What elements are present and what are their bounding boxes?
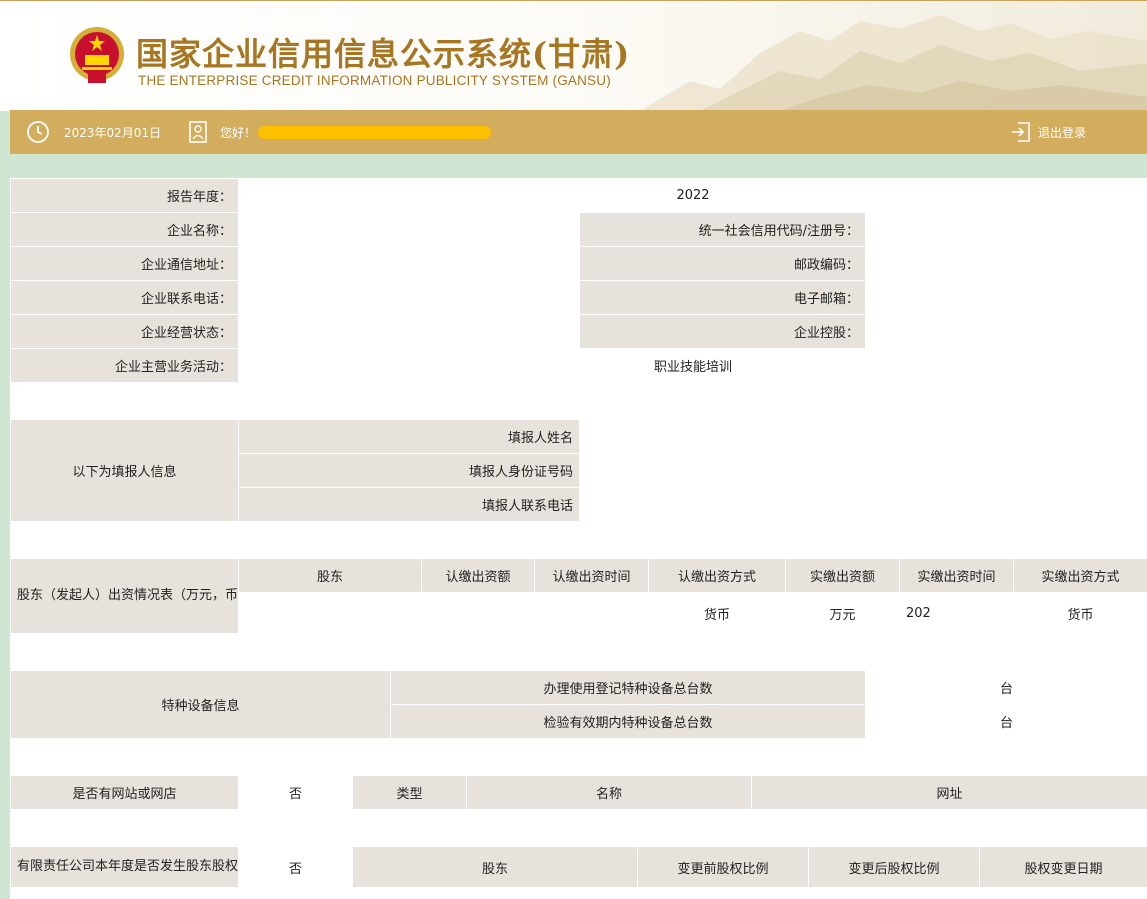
system-title: 国家企业信用信息公示系统(甘肃) [136, 35, 631, 73]
top-bar: 2023年02月01日 您好！ 退出登录 [10, 110, 1147, 154]
business-label: 企业主营业务活动： [10, 348, 239, 383]
filler-name-value [579, 419, 1147, 454]
column-header: 股东 [352, 846, 638, 888]
holding-label: 企业控股： [579, 314, 866, 349]
user-icon [189, 121, 207, 143]
company-name-value [238, 212, 580, 247]
credit-code-value [864, 212, 1147, 247]
equity-transfer-question-label: 有限责任公司本年度是否发生股东股权转让 [10, 846, 239, 888]
column-header: 类型 [352, 775, 467, 810]
column-header: 实缴出资方式 [1013, 558, 1147, 593]
holding-value [864, 314, 1147, 349]
postcode-label: 邮政编码： [579, 246, 866, 281]
table-row: 企业联系电话： 电子邮箱： [10, 280, 1147, 315]
header-banner: 国家企业信用信息公示系统(甘肃) THE ENTERPRISE CREDIT I… [0, 0, 1147, 111]
column-header: 认缴出资时间 [534, 558, 649, 593]
website-answer-value: 否 [238, 775, 353, 810]
paid-date-cell: 202 [899, 592, 1014, 634]
table-row: 特种设备信息 办理使用登记特种设备总台数 台 [10, 670, 1147, 739]
table-header-row: 股东（发起人）出资情况表（万元，币种应与注册资本币种一致） 股东 认缴出资额 认… [10, 558, 1147, 634]
table-row: 有限责任公司本年度是否发生股东股权转让 否 股东 变更前股权比例 变更后股权比例… [10, 846, 1147, 888]
company-name-label: 企业名称： [10, 212, 239, 247]
phone-value [238, 280, 580, 315]
table-row: 企业主营业务活动： 职业技能培训 [10, 348, 1147, 383]
column-header: 网址 [751, 775, 1147, 810]
filler-phone-label: 填报人联系电话 [238, 487, 580, 522]
address-value [238, 246, 580, 281]
filler-section-label: 以下为填报人信息 [10, 419, 239, 522]
address-label: 企业通信地址： [10, 246, 239, 281]
column-header: 变更后股权比例 [808, 846, 980, 888]
section-gap [10, 634, 1147, 670]
filler-id-label: 填报人身份证号码 [238, 453, 580, 488]
filler-phone-value [579, 487, 1147, 522]
registered-equipment-label: 办理使用登记特种设备总台数 [390, 670, 866, 705]
section-gap [10, 383, 1147, 419]
report-year-value: 2022 [237, 178, 1147, 213]
section-gap [10, 739, 1147, 775]
subscribed-method-cell: 货币 [648, 592, 786, 634]
table-row: 报告年度： 2022 [10, 178, 1147, 213]
equipment-section-label: 特种设备信息 [10, 670, 391, 739]
paid-amount-cell: 万元 [785, 592, 900, 634]
inspected-equipment-unit: 台 [865, 704, 1147, 739]
table-row: 企业名称： 统一社会信用代码/注册号： [10, 212, 1147, 247]
greeting-text: 您好！ [220, 126, 257, 140]
special-equipment-table: 特种设备信息 办理使用登记特种设备总台数 台 检验有效期内特种设备总台数 台 [10, 670, 1147, 739]
shareholder-contribution-table: 股东（发起人）出资情况表（万元，币种应与注册资本币种一致） 股东 认缴出资额 认… [10, 558, 1147, 634]
email-label: 电子邮箱： [579, 280, 866, 315]
logout-link[interactable]: 退出登录 [1038, 124, 1086, 141]
subscribed-amount-cell [421, 592, 535, 634]
basic-info-table: 报告年度： 2022 企业名称： 统一社会信用代码/注册号： 企业通信地址： 邮… [10, 178, 1147, 383]
status-label: 企业经营状态： [10, 314, 239, 349]
shareholder-section-label: 股东（发起人）出资情况表（万元，币种应与注册资本币种一致） [10, 558, 239, 634]
user-name-redacted [258, 126, 491, 139]
business-value: 职业技能培训 [237, 348, 1147, 383]
section-gap [10, 810, 1147, 846]
column-header: 实缴出资额 [785, 558, 900, 593]
table-row: 是否有网站或网店 否 类型 名称 网址 [10, 775, 1147, 810]
national-emblem-icon [70, 27, 124, 83]
column-header: 认缴出资方式 [648, 558, 786, 593]
filler-id-value [579, 453, 1147, 488]
column-header: 认缴出资额 [421, 558, 535, 593]
filler-name-label: 填报人姓名 [238, 419, 580, 454]
website-table: 是否有网站或网店 否 类型 名称 网址 [10, 775, 1147, 810]
table-row: 企业经营状态： 企业控股： [10, 314, 1147, 349]
table-row: 以下为填报人信息 填报人姓名 [10, 419, 1147, 522]
report-year-label: 报告年度： [10, 178, 239, 213]
shareholder-name-cell [238, 592, 422, 634]
column-header: 股东 [238, 558, 422, 593]
current-date: 2023年02月01日 [64, 126, 162, 140]
column-header: 变更前股权比例 [637, 846, 809, 888]
clock-icon [27, 121, 49, 143]
inspected-equipment-label: 检验有效期内特种设备总台数 [390, 704, 866, 739]
credit-code-label: 统一社会信用代码/注册号： [579, 212, 866, 247]
postcode-value [864, 246, 1147, 281]
equity-transfer-answer-value: 否 [238, 846, 353, 888]
registered-equipment-unit: 台 [865, 670, 1147, 705]
filler-info-table: 以下为填报人信息 填报人姓名 填报人身份证号码 填报人联系电话 [10, 419, 1147, 522]
subscribed-date-cell [534, 592, 649, 634]
email-value [864, 280, 1147, 315]
status-value [238, 314, 580, 349]
logout-icon[interactable] [1010, 120, 1032, 144]
section-gap [10, 522, 1147, 558]
column-header: 名称 [466, 775, 752, 810]
column-header: 股权变更日期 [979, 846, 1147, 888]
annual-report-content: 报告年度： 2022 企业名称： 统一社会信用代码/注册号： 企业通信地址： 邮… [10, 178, 1147, 899]
phone-label: 企业联系电话： [10, 280, 239, 315]
equity-transfer-table: 有限责任公司本年度是否发生股东股权转让 否 股东 变更前股权比例 变更后股权比例… [10, 846, 1147, 888]
website-question-label: 是否有网站或网店 [10, 775, 239, 810]
system-subtitle: THE ENTERPRISE CREDIT INFORMATION PUBLIC… [138, 73, 611, 88]
column-header: 实缴出资时间 [899, 558, 1014, 593]
paid-method-cell: 货币 [1013, 592, 1147, 634]
table-row: 企业通信地址： 邮政编码： [10, 246, 1147, 281]
